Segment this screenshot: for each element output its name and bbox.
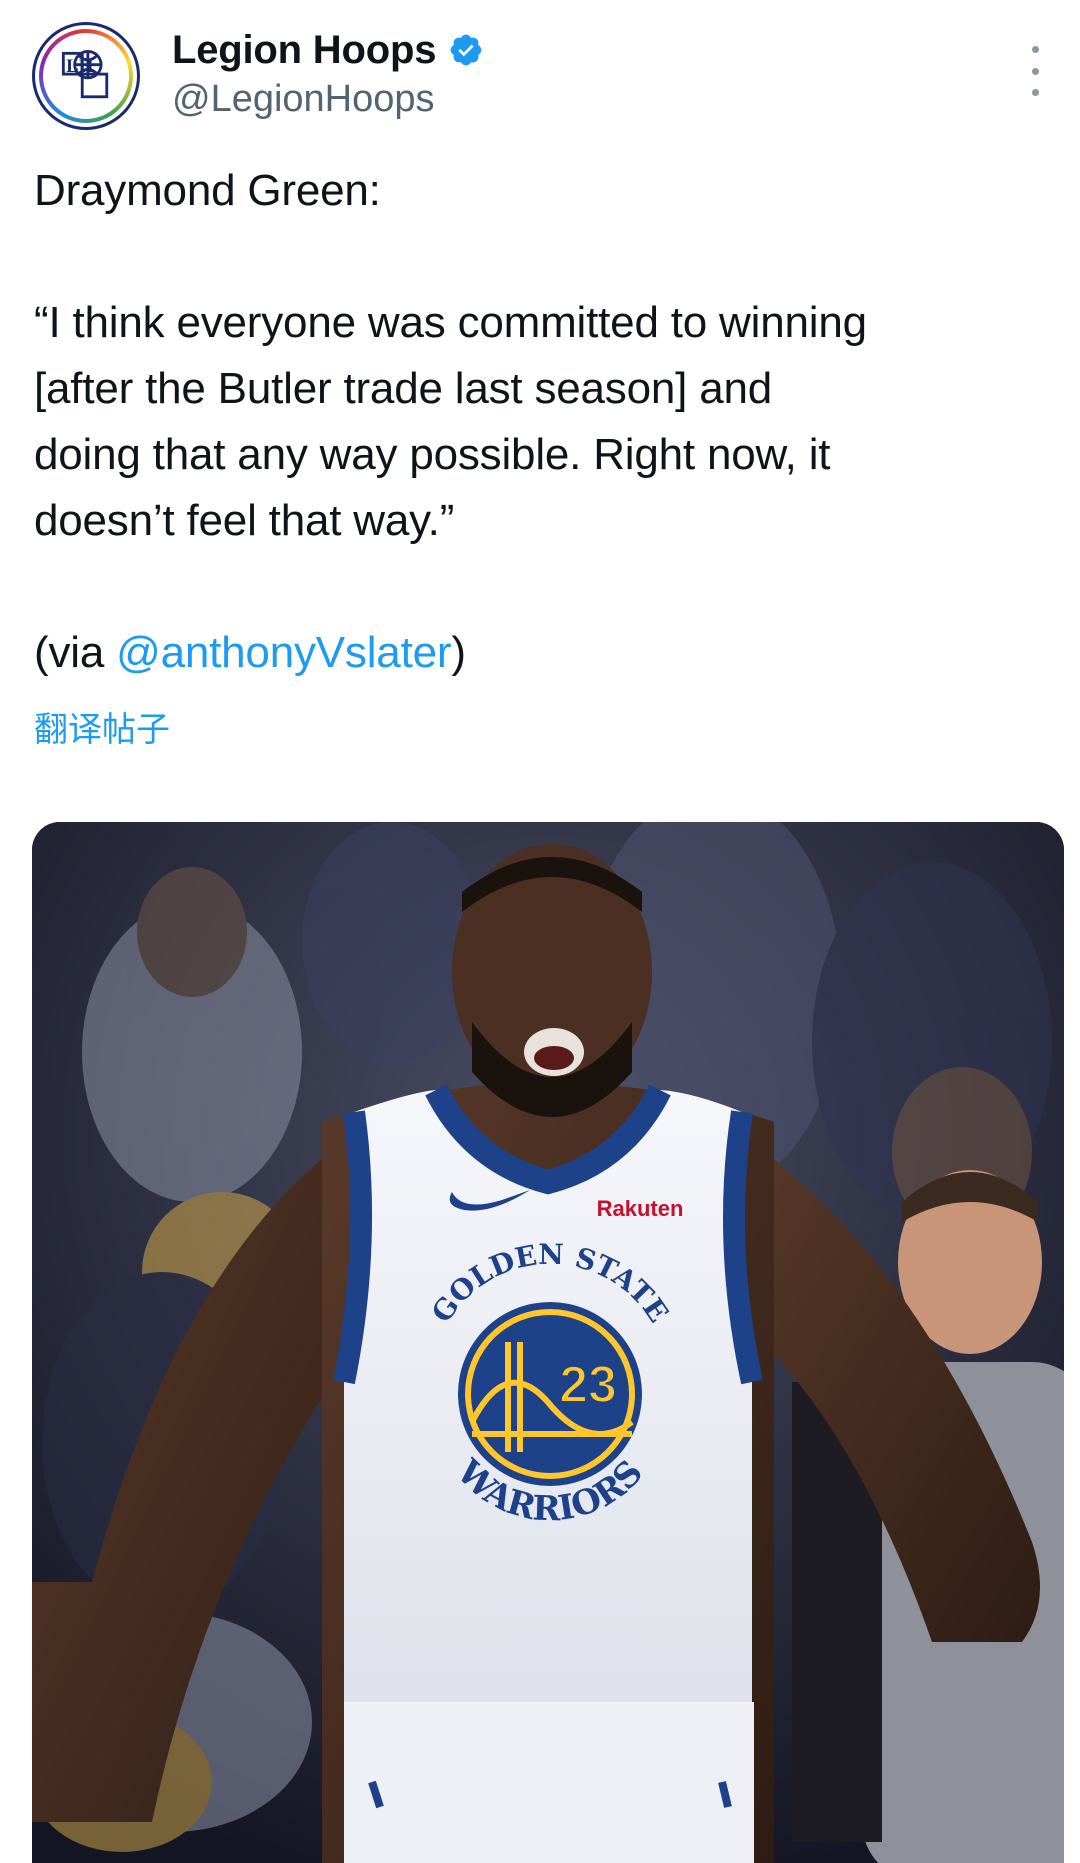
- mention-link[interactable]: @anthonyVslater: [116, 628, 451, 677]
- tweet-quote-line-3: doing that any way possible. Right now, …: [34, 430, 831, 479]
- more-dot-icon: [1031, 67, 1039, 75]
- author-name-row[interactable]: Legion Hoops: [172, 24, 484, 76]
- tweet-quote-line-4: doesn’t feel that way.”: [34, 496, 455, 545]
- author-avatar[interactable]: LH: [32, 22, 140, 130]
- tweet-line-intro: Draymond Green:: [34, 166, 381, 215]
- more-dot-icon: [1031, 46, 1039, 53]
- jersey-sponsor-text: Rakuten: [597, 1196, 684, 1221]
- tweet-quote-line-1: “I think everyone was committed to winni…: [34, 298, 867, 347]
- tweet-body: Draymond Green: “I think everyone was co…: [34, 158, 1064, 686]
- via-suffix: ): [451, 628, 466, 677]
- more-dot-icon: [1031, 89, 1039, 96]
- author-display-name[interactable]: Legion Hoops: [172, 28, 436, 73]
- tweet-card: LH Legion Hoops @LegionHoops Draymond Gr…: [0, 0, 1080, 1863]
- jersey-number: 23: [559, 1356, 617, 1414]
- more-options-button[interactable]: [1020, 46, 1050, 96]
- tweet-quote-line-2: [after the Butler trade last season] and: [34, 364, 773, 413]
- tweet-media-photo[interactable]: Rakuten GOLDEN STATE 23 WARRIORS: [32, 822, 1064, 1863]
- player-mouth-inner: [534, 1046, 574, 1070]
- via-prefix: (via: [34, 628, 117, 677]
- avatar-letter-l: LH: [66, 56, 94, 77]
- player-shorts: [344, 1702, 754, 1863]
- translate-post-link[interactable]: 翻译帖子: [34, 702, 170, 751]
- legion-hoops-logo-icon: LH: [61, 50, 109, 99]
- verified-badge-icon: [450, 34, 482, 66]
- tweet-via-line: (via @anthonyVslater): [34, 620, 1064, 686]
- author-handle[interactable]: @LegionHoops: [172, 78, 435, 121]
- player-photo: Rakuten GOLDEN STATE 23 WARRIORS: [32, 822, 1064, 1863]
